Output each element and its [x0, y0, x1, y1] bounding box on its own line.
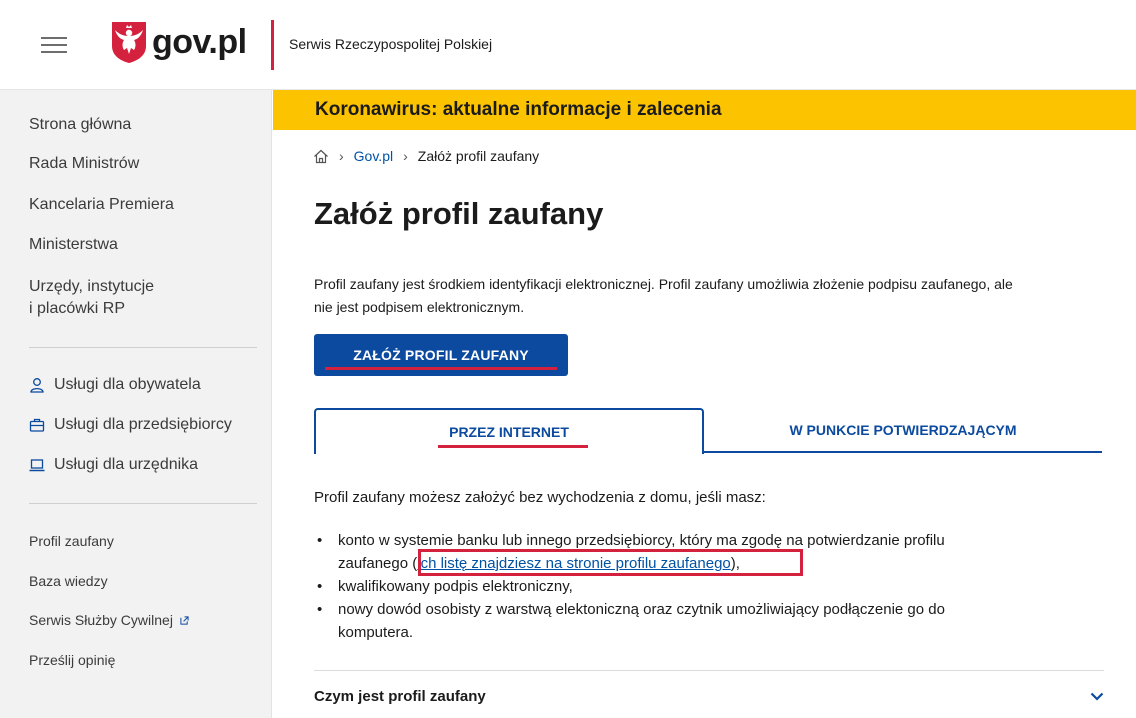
sidebar-link-knowledge-base[interactable]: Baza wiedzy	[29, 573, 108, 589]
list-item-text: zaufanego	[338, 555, 413, 572]
service-name: Serwis Rzeczypospolitej Polskiej	[289, 36, 493, 52]
list-item: kwalifikowany podpis elektroniczny,	[314, 575, 1104, 598]
accordion-divider	[314, 670, 1104, 671]
breadcrumb: › Gov.pl › Załóż profil zaufany	[313, 148, 539, 164]
sidebar-divider	[29, 503, 257, 504]
requirements-list: konto w systemie banku lub innego przeds…	[314, 529, 1104, 644]
sidebar-link-trusted-profile[interactable]: Profil zaufany	[29, 533, 114, 549]
intro-line: nie jest podpisem elektronicznym.	[314, 299, 525, 315]
hamburger-menu-icon[interactable]	[41, 37, 67, 53]
accordion-what-is-trusted-profile[interactable]: Czym jest profil zaufany	[314, 688, 1104, 705]
sidebar-item-ministries[interactable]: Ministerstwa	[29, 234, 118, 256]
sidebar-item-prime-ministers-office[interactable]: Kancelaria Premiera	[29, 194, 174, 216]
sidebar-link-send-feedback[interactable]: Prześlij opinię	[29, 652, 115, 668]
home-icon[interactable]	[313, 149, 329, 164]
list-item-text: komputera.	[338, 624, 414, 641]
list-item-text: nowy dowód osobisty z warstwą elektonicz…	[338, 601, 945, 618]
sidebar-divider	[29, 347, 257, 348]
chevron-right-icon: ›	[339, 148, 344, 164]
sidebar-item-offices-line2: i placówki RP	[29, 300, 126, 317]
list-item-text: konto w systemie banku lub innego przeds…	[338, 532, 945, 549]
chevron-right-icon: ›	[403, 148, 408, 164]
polish-emblem-icon	[112, 22, 146, 63]
sidebar-item-home[interactable]: Strona główna	[29, 114, 131, 136]
briefcase-icon	[29, 418, 45, 432]
sidebar-item-citizen-services[interactable]: Usługi dla obywatela	[29, 376, 201, 394]
sidebar-item-label: Usługi dla urzędnika	[54, 456, 199, 473]
sidebar-item-offices-line1: Urzędy, instytucje	[29, 278, 155, 295]
annotation-underline	[325, 367, 557, 370]
sidebar-item-official-services[interactable]: Usługi dla urzędnika	[29, 456, 198, 474]
sidebar-link-civil-service-label: Serwis Służby Cywilnej	[29, 612, 173, 628]
annotation-highlight-box	[418, 549, 803, 576]
external-link-icon	[180, 616, 189, 625]
covid-banner-text: Koronawirus: aktualne informacje i zalec…	[315, 99, 722, 120]
sidebar-link-civil-service[interactable]: Serwis Służby Cywilnej	[29, 612, 189, 628]
breadcrumb-item-govpl[interactable]: Gov.pl	[354, 148, 393, 164]
sidebar-item-label: Usługi dla obywatela	[54, 376, 201, 393]
govpl-logo[interactable]: gov.pl	[110, 20, 247, 64]
sidebar-item-label: Usługi dla przedsiębiorcy	[54, 416, 232, 433]
sidebar: Strona główna Rada Ministrów Kancelaria …	[0, 90, 272, 718]
header-divider	[271, 20, 274, 70]
list-item: nowy dowód osobisty z warstwą elektonicz…	[314, 598, 1104, 644]
content-lead: Profil zaufany możesz założyć bez wychod…	[314, 489, 766, 506]
covid-banner[interactable]: Koronawirus: aktualne informacje i zalec…	[273, 90, 1136, 130]
sidebar-item-business-services[interactable]: Usługi dla przedsiębiorcy	[29, 416, 232, 434]
sidebar-item-offices[interactable]: Urzędy, instytucje i placówki RP	[29, 276, 154, 320]
intro-text: Profil zaufany jest środkiem identyfikac…	[314, 273, 1094, 319]
intro-line: Profil zaufany jest środkiem identyfikac…	[314, 276, 1013, 292]
sidebar-item-council-of-ministers[interactable]: Rada Ministrów	[29, 153, 139, 175]
laptop-icon	[29, 459, 45, 472]
page-title: Załóż profil zaufany	[314, 196, 604, 231]
person-icon	[30, 378, 44, 393]
logo-text: gov.pl	[152, 22, 247, 61]
chevron-down-icon[interactable]	[1090, 692, 1104, 701]
site-header: gov.pl Serwis Rzeczypospolitej Polskiej	[0, 0, 1136, 90]
tab-bar-line	[704, 451, 1102, 453]
breadcrumb-item-current: Załóż profil zaufany	[417, 148, 540, 164]
accordion-title: Czym jest profil zaufany	[314, 688, 486, 705]
tab-at-confirmation-point[interactable]: W PUNKCIE POTWIERDZAJĄCYM	[704, 410, 1102, 450]
annotation-underline	[438, 445, 588, 448]
